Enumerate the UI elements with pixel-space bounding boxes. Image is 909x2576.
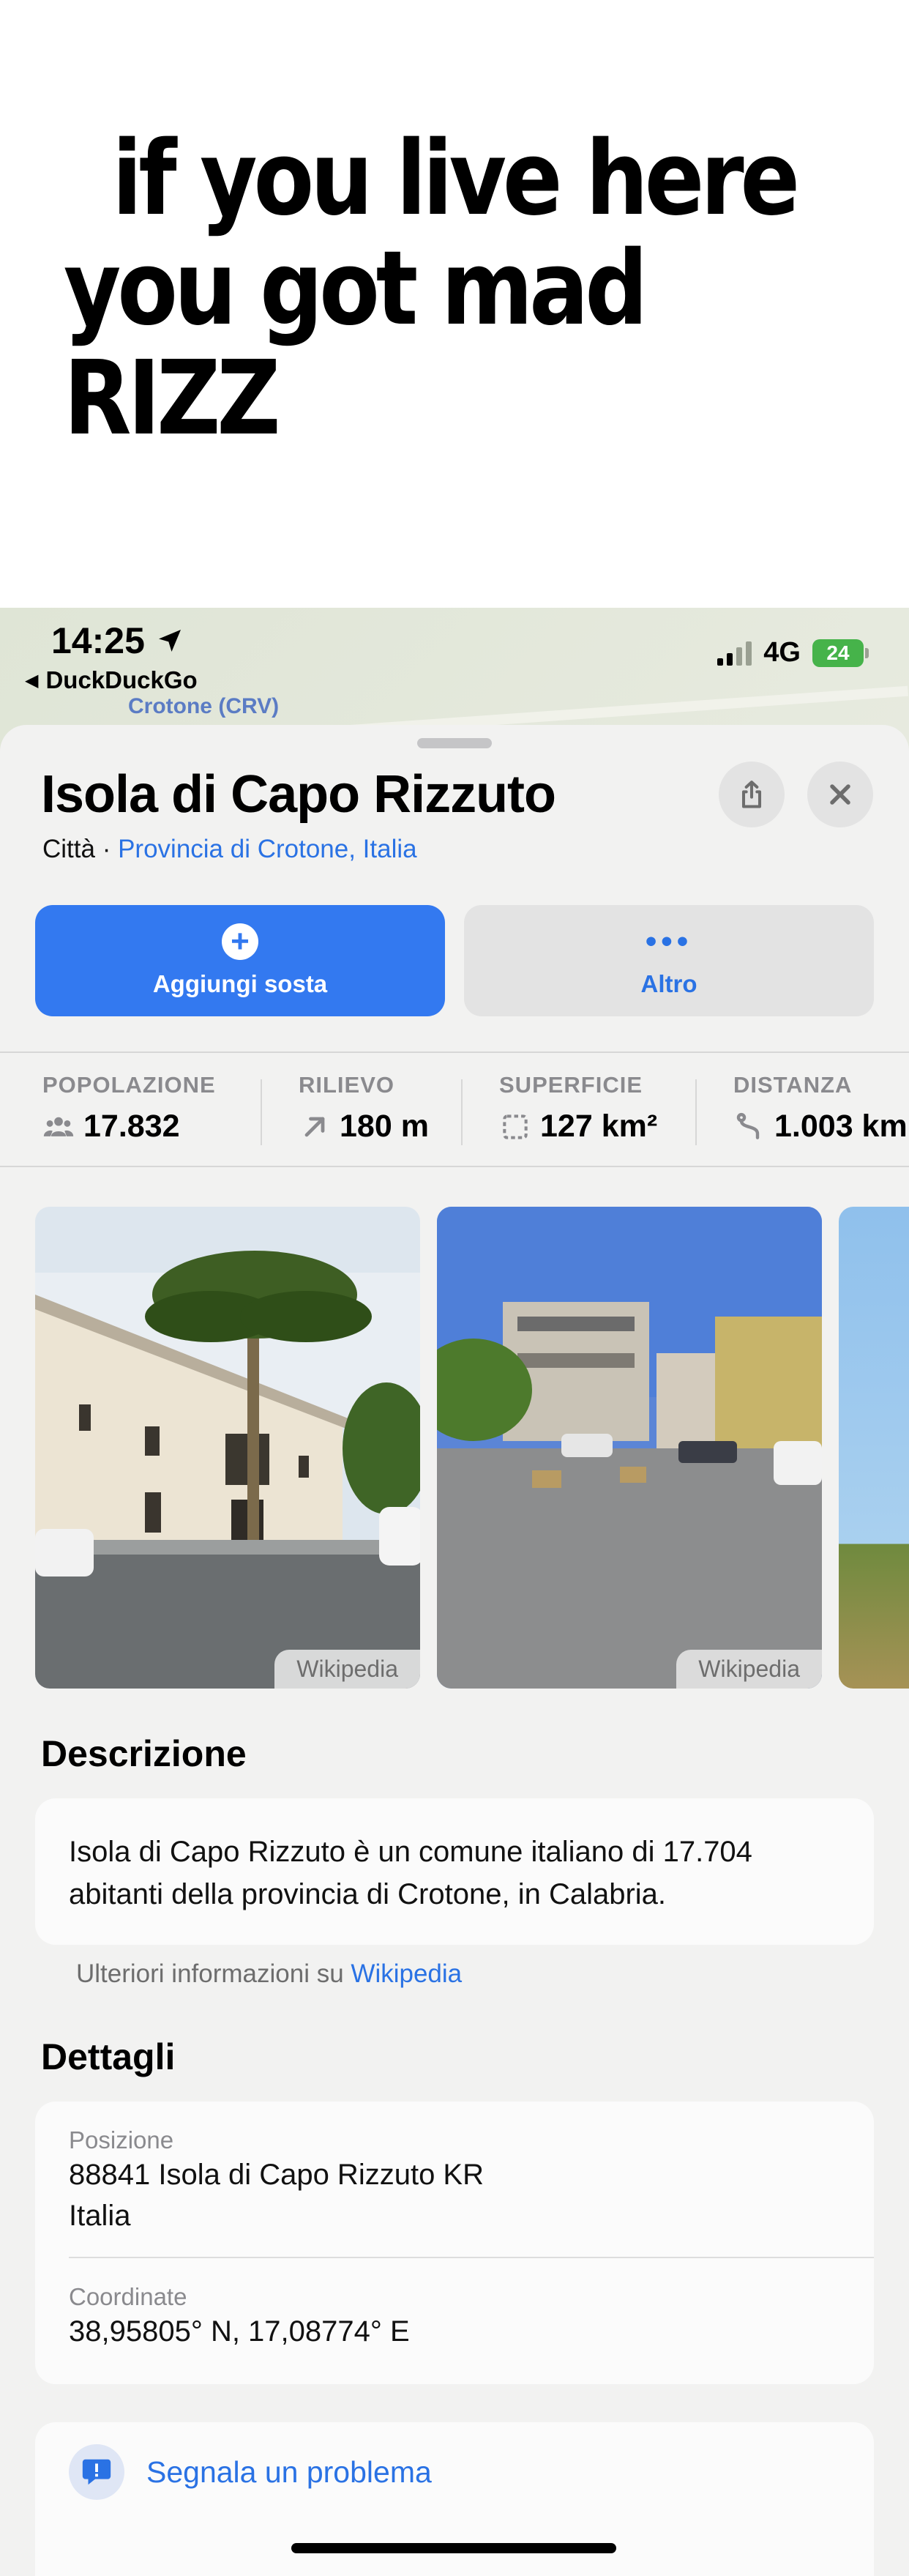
people-icon [43, 1117, 74, 1136]
area-icon [503, 1114, 528, 1139]
stat-label: SUPERFICIE [499, 1072, 643, 1098]
report-problem-link: Segnala un problema [146, 2454, 432, 2489]
ellipsis-icon: ••• [645, 923, 693, 959]
close-button[interactable] [807, 762, 873, 827]
stat-divider [695, 1079, 697, 1145]
stats-bar[interactable]: POPOLAZIONE 17.832 RILIEVO 180 m SUPERFI… [0, 1051, 909, 1167]
stat-distance: DISTANZA 1.003 km [733, 1072, 908, 1144]
status-time: 14:25 [51, 619, 184, 662]
sheet-grabber[interactable] [417, 738, 492, 748]
description-heading: Descrizione [41, 1733, 247, 1774]
stat-label: POPOLAZIONE [42, 1072, 216, 1098]
stat-divider [461, 1079, 463, 1145]
stat-divider [261, 1079, 262, 1145]
stat-label: DISTANZA [733, 1072, 853, 1098]
description-text: Isola di Capo Rizzuto è un comune italia… [69, 1836, 752, 1910]
position-label: Posizione [69, 2126, 174, 2154]
region-link[interactable]: Provincia di Crotone, Italia [118, 835, 417, 863]
wikipedia-link[interactable]: Wikipedia [351, 1959, 462, 1988]
place-type: Città · [42, 835, 119, 863]
stat-population: POPOLAZIONE 17.832 [42, 1072, 216, 1144]
stat-elevation: RILIEVO 180 m [299, 1072, 429, 1144]
meme-caption: if you live here you got mad RIZZ [0, 0, 909, 608]
back-to-app-button[interactable]: ◀ DuckDuckGo [25, 666, 198, 694]
details-heading: Dettagli [41, 2036, 176, 2077]
status-indicators: 4G 24 [717, 637, 869, 669]
elevation-arrow-icon [304, 1117, 325, 1136]
stat-value: 1.003 km [774, 1109, 908, 1144]
route-icon [736, 1112, 760, 1139]
add-stop-button[interactable]: + Aggiungi sosta [35, 905, 445, 1016]
share-button[interactable] [719, 762, 785, 827]
photo-street[interactable]: Wikipedia [437, 1207, 822, 1689]
position-line-2: Italia [69, 2200, 131, 2232]
clock: 14:25 [51, 620, 145, 661]
position-line-1: 88841 Isola di Capo Rizzuto KR [69, 2159, 484, 2191]
coordinates-label: Coordinate [69, 2283, 187, 2310]
home-indicator[interactable] [291, 2543, 616, 2553]
more-info: Ulteriori informazioni su Wikipedia [76, 1959, 462, 1989]
exclamation-bubble-icon [82, 2459, 111, 2485]
location-arrow-icon [158, 630, 181, 652]
back-app-label: DuckDuckGo [45, 666, 198, 693]
meme-line-1: if you live here [112, 119, 801, 239]
photo-source: Wikipedia [676, 1650, 822, 1689]
network-type: 4G [763, 637, 801, 668]
stat-value: 180 m [340, 1109, 429, 1144]
add-stop-label: Aggiungi sosta [152, 970, 328, 997]
meme-line-2: you got mad RIZZ [63, 229, 648, 458]
photo-coast[interactable] [839, 1207, 909, 1689]
place-title: Isola di Capo Rizzuto [41, 765, 556, 824]
back-triangle-icon: ◀ [25, 670, 39, 690]
more-button[interactable]: ••• Altro [464, 905, 874, 1016]
photo-town-hall[interactable]: Wikipedia [35, 1207, 420, 1689]
place-subtitle: Città · Provincia di Crotone, Italia [42, 835, 417, 864]
position-row[interactable]: Posizione 88841 Isola di Capo Rizzuto KR… [35, 2102, 874, 2257]
battery-level: 24 [826, 641, 850, 664]
close-icon [830, 784, 850, 805]
stat-label: RILIEVO [299, 1072, 395, 1098]
signal-icon [717, 641, 752, 666]
plus-circle-icon: + [222, 923, 258, 960]
photo-source: Wikipedia [274, 1650, 420, 1689]
report-problem-row[interactable]: Segnala un problema [35, 2422, 874, 2522]
more-info-prefix: Ulteriori informazioni su [76, 1959, 351, 1988]
map-place-label: Crotone (CRV) [128, 694, 280, 718]
more-label: Altro [640, 970, 697, 997]
stat-area: SUPERFICIE 127 km² [499, 1072, 657, 1144]
battery-icon: 24 [812, 639, 869, 667]
description-card: Isola di Capo Rizzuto è un comune italia… [35, 1798, 874, 1945]
details-card: Posizione 88841 Isola di Capo Rizzuto KR… [35, 2102, 874, 2384]
place-sheet: Isola di Capo Rizzuto Città · Provincia … [0, 725, 909, 2576]
coordinates-row[interactable]: Coordinate 38,95805° N, 17,08774° E [35, 2258, 874, 2372]
report-icon [69, 2444, 124, 2500]
photo-street-image [437, 1207, 822, 1689]
stat-value: 127 km² [540, 1109, 658, 1144]
photo-town-hall-image [35, 1207, 420, 1689]
coordinates-value: 38,95805° N, 17,08774° E [69, 2315, 410, 2348]
stat-value: 17.832 [83, 1109, 180, 1144]
share-icon [741, 781, 762, 808]
